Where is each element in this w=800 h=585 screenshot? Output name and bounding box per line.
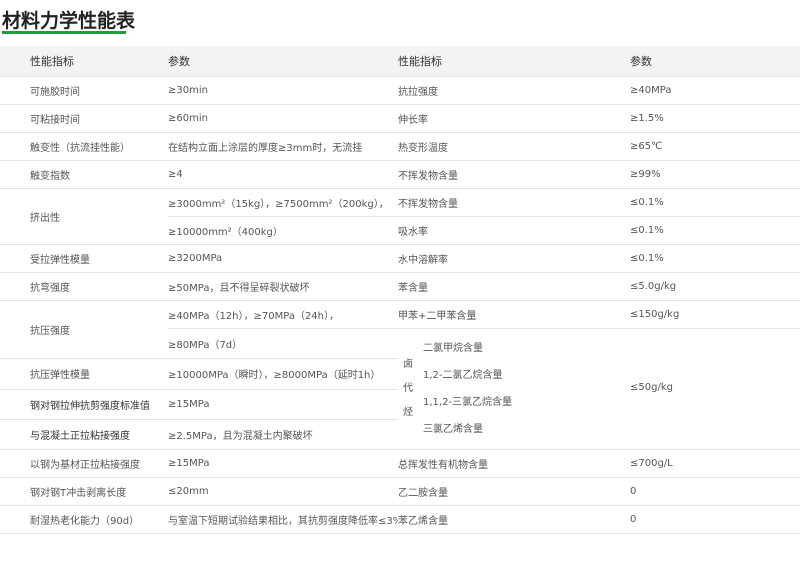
- page-title: 材料力学性能表: [2, 10, 136, 32]
- cell-value: ≤5.0g/kg: [630, 272, 800, 301]
- table-row: 可施胶时间 ≥30min 抗拉强度 ≥40MPa: [0, 76, 800, 105]
- table-row: 挤出性 ≥3000mm²（15kg），≥7500mm²（200kg）， 不挥发物…: [0, 188, 800, 245]
- cell-value: 0: [630, 505, 800, 534]
- cell-property: 触变指数: [0, 160, 168, 189]
- halo-item: 1,1,2-三氯乙烷含量: [423, 397, 513, 408]
- cell-value: ≤0.1%: [630, 216, 800, 245]
- cell-property: 可施胶时间: [0, 76, 168, 105]
- halo-items: 二氯甲烷含量 1,2-二氯乙烷含量 1,1,2-三氯乙烷含量 三氯乙烯含量: [423, 329, 800, 449]
- cell-property: 抗压弹性模量: [0, 358, 168, 390]
- title-underline: [2, 31, 126, 34]
- cell-property: 抗拉强度: [398, 76, 630, 105]
- halo-group-value: ≤50g/kg: [630, 382, 673, 393]
- cell-property: 抗压强度: [0, 300, 168, 360]
- cell-value: ≥65℃: [630, 132, 800, 161]
- cell-value: 与室温下短期试验结果相比，其抗剪强度降低率≤3%: [168, 505, 398, 534]
- cell-property: 受拉弹性模量: [0, 244, 168, 273]
- cell-property: 水中溶解率: [398, 244, 630, 273]
- cell-value: ≥50MPa，且不得呈碎裂状破坏: [168, 272, 398, 301]
- cell-value: ≥4: [168, 160, 398, 189]
- cell-value: ≥40MPa（12h），≥70MPa（24h），: [168, 300, 398, 329]
- halo-item: 二氯甲烷含量: [423, 343, 483, 354]
- halo-label-char: 烃: [403, 407, 413, 418]
- cell-property: 触变性（抗流挂性能）: [0, 132, 168, 161]
- cell-property: 耐湿热老化能力（90d）: [0, 505, 168, 534]
- cell-value: ≥30min: [168, 76, 398, 105]
- table-row: 可粘接时间 ≥60min 伸长率 ≥1.5%: [0, 104, 800, 133]
- cell-value: ≥40MPa: [630, 76, 800, 105]
- halo-group-cell: 卤 代 烃 二氯甲烷含量 1,2-二氯乙烷含量 1,1,2-三氯乙烷含量 三氯乙…: [398, 328, 800, 450]
- cell-property: 可粘接时间: [0, 104, 168, 133]
- cell-property: 以钢为基材正拉粘接强度: [0, 449, 168, 478]
- cell-value: ≥10000mm²（400kg）: [168, 216, 398, 245]
- cell-property: 总挥发性有机物含量: [398, 449, 630, 478]
- cell-property: 不挥发物含量: [398, 160, 630, 189]
- cell-value: ≤0.1%: [630, 188, 800, 217]
- header-value-1: 参数: [168, 46, 398, 77]
- cell-property: 苯乙烯含量: [398, 505, 630, 534]
- cell-property: 钢对钢T冲击剥离长度: [0, 477, 168, 506]
- halo-label-char: 代: [403, 383, 413, 394]
- cell-property: 伸长率: [398, 104, 630, 133]
- cell-value: ≥10000MPa（瞬时），≥8000MPa（延时1h）: [168, 358, 398, 390]
- cell-value: ≤0.1%: [630, 244, 800, 273]
- properties-table: 性能指标 参数 性能指标 参数 可施胶时间 ≥30min 抗拉强度 ≥40MPa…: [0, 46, 800, 534]
- table-row: 以钢为基材正拉粘接强度 ≥15MPa 总挥发性有机物含量 ≤700g/L: [0, 449, 800, 478]
- cell-property: 与混凝土正拉粘接强度: [0, 419, 168, 451]
- cell-value: ≥15MPa: [168, 449, 398, 478]
- header-property-2: 性能指标: [398, 46, 630, 77]
- cell-value: ≥3000mm²（15kg），≥7500mm²（200kg），: [168, 188, 398, 217]
- cell-value: ≤700g/L: [630, 449, 800, 478]
- table-header-row: 性能指标 参数 性能指标 参数: [0, 46, 800, 77]
- cell-value: ≥15MPa: [168, 389, 398, 420]
- halo-label-char: 卤: [403, 359, 413, 370]
- cell-property: 吸水率: [398, 216, 630, 245]
- cell-property: 热变形温度: [398, 132, 630, 161]
- cell-value: ≥60min: [168, 104, 398, 133]
- table-row: 抗压强度 ≥40MPa（12h），≥70MPa（24h）， 甲苯+二甲苯含量 ≤…: [0, 300, 800, 360]
- table-row: 触变指数 ≥4 不挥发物含量 ≥99%: [0, 160, 800, 189]
- halo-item: 1,2-二氯乙烷含量: [423, 370, 503, 381]
- cell-value: ≥99%: [630, 160, 800, 189]
- cell-property: 甲苯+二甲苯含量: [398, 300, 630, 329]
- cell-value: 在结构立面上涂层的厚度≥3mm时，无流挂: [168, 132, 398, 161]
- table-row: 触变性（抗流挂性能） 在结构立面上涂层的厚度≥3mm时，无流挂 热变形温度 ≥6…: [0, 132, 800, 161]
- cell-property: 苯含量: [398, 272, 630, 301]
- table-row: 耐湿热老化能力（90d） 与室温下短期试验结果相比，其抗剪强度降低率≤3% 苯乙…: [0, 505, 800, 534]
- halo-label: 卤 代 烃: [398, 329, 423, 449]
- table-row: 受拉弹性模量 ≥3200MPa 水中溶解率 ≤0.1%: [0, 244, 800, 273]
- cell-property: 钢对钢拉伸抗剪强度标准值: [0, 389, 168, 420]
- table-row: 钢对钢T冲击剥离长度 ≤20mm 乙二胺含量 0: [0, 477, 800, 506]
- cell-value: ≤150g/kg: [630, 300, 800, 329]
- cell-value: ≥80MPa（7d）: [168, 328, 398, 360]
- cell-value: ≤20mm: [168, 477, 398, 506]
- cell-value: 0: [630, 477, 800, 506]
- header-value-2: 参数: [630, 46, 800, 77]
- cell-property: 乙二胺含量: [398, 477, 630, 506]
- cell-value: ≥2.5MPa，且为混凝土内聚破坏: [168, 419, 398, 451]
- cell-value: ≥1.5%: [630, 104, 800, 133]
- table-row: 抗弯强度 ≥50MPa，且不得呈碎裂状破坏 苯含量 ≤5.0g/kg: [0, 272, 800, 301]
- cell-property: 不挥发物含量: [398, 188, 630, 217]
- cell-value: ≥3200MPa: [168, 244, 398, 273]
- header-property-1: 性能指标: [0, 46, 168, 77]
- halo-item: 三氯乙烯含量: [423, 424, 483, 435]
- cell-property: 挤出性: [0, 188, 168, 245]
- cell-property: 抗弯强度: [0, 272, 168, 301]
